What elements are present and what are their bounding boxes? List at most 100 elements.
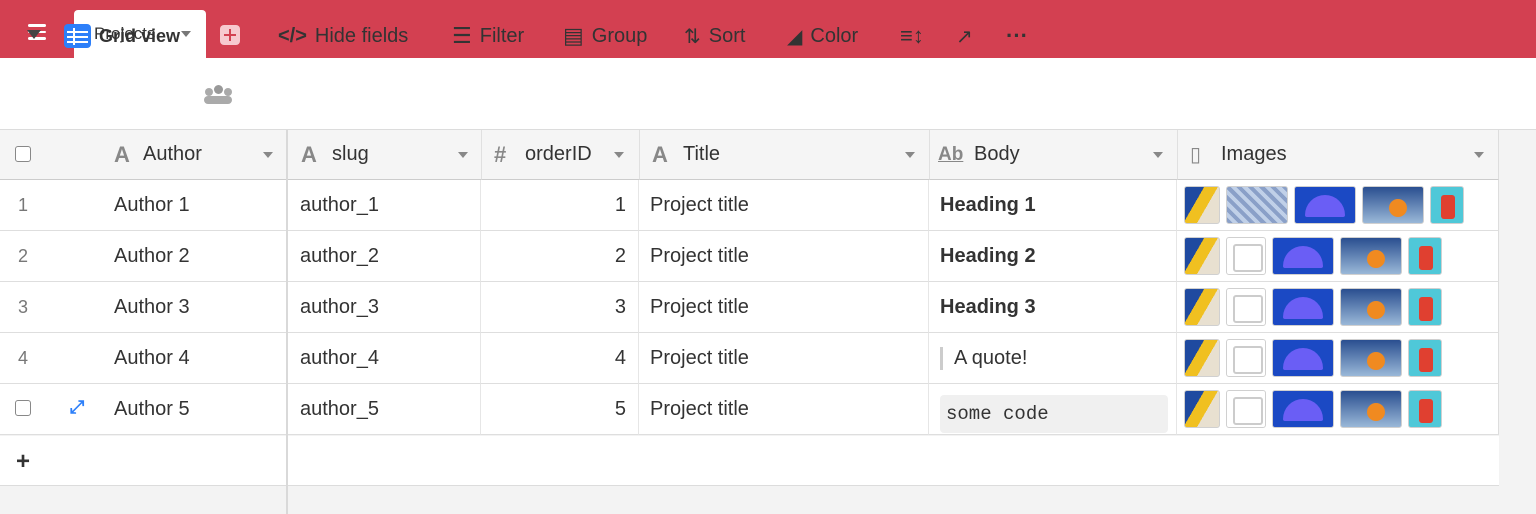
table-row-primary[interactable]: ⤢ Author 5 [0,384,287,435]
cell-number: 1 [614,193,626,216]
view-name: Grid view [99,25,181,46]
chevron-down-icon[interactable] [181,31,191,37]
image-placeholder-thumbnail[interactable] [1226,288,1266,326]
add-record-row[interactable]: + [0,436,1499,486]
image-thumbnail[interactable] [1184,237,1220,275]
image-thumbnail[interactable] [1184,339,1220,377]
images-cell[interactable] [1177,231,1499,282]
body-cell[interactable]: Heading 1 [929,180,1177,231]
frozen-column-divider [286,130,288,514]
orderid-cell[interactable]: 1 [481,180,639,231]
column-name: Images [1221,143,1287,165]
more-button[interactable]: ··· [1006,22,1028,50]
image-thumbnail[interactable] [1408,288,1442,326]
body-cell[interactable]: A quote! [929,333,1177,384]
column-header-title[interactable]: A Title [639,130,929,180]
image-placeholder-thumbnail[interactable] [1226,237,1266,275]
images-cell[interactable] [1177,384,1499,435]
image-thumbnail[interactable] [1184,186,1220,224]
group-button[interactable]: ▤ Group [563,22,647,50]
chevron-down-icon[interactable] [614,152,624,158]
row-height-button[interactable]: ≡↕ [900,22,924,50]
color-label: Color [810,24,859,47]
text-field-icon: A [114,141,130,167]
title-cell[interactable]: Project title [639,231,929,282]
people-icon[interactable] [204,84,232,104]
image-thumbnail[interactable] [1272,237,1334,275]
orderid-cell[interactable]: 3 [481,282,639,333]
filter-button[interactable]: ☰ Filter [452,22,524,50]
slug-cell[interactable]: author_2 [287,231,481,282]
images-cell[interactable] [1177,282,1499,333]
slug-cell[interactable]: author_4 [287,333,481,384]
body-cell[interactable]: Heading 3 [929,282,1177,333]
image-thumbnail[interactable] [1362,186,1424,224]
cell-text: author_2 [300,244,379,267]
group-label: Group [591,24,648,47]
column-header-orderid[interactable]: # orderID [481,130,639,180]
images-cell[interactable] [1177,180,1499,231]
table-row-primary[interactable]: 1 Author 1 [0,180,287,231]
chevron-down-icon[interactable] [1474,152,1484,158]
expand-record-icon[interactable]: ⤢ [70,397,84,418]
row-checkbox[interactable] [15,400,31,416]
color-button[interactable]: ◢ Color [787,22,858,50]
image-thumbnail[interactable] [1408,339,1442,377]
column-header-body[interactable]: Ab Body [929,130,1177,180]
group-icon: ▤ [563,23,584,48]
image-thumbnail[interactable] [1294,186,1356,224]
column-header-images[interactable]: ▯ Images [1177,130,1499,180]
title-cell[interactable]: Project title [639,333,929,384]
orderid-cell[interactable]: 2 [481,231,639,282]
image-thumbnail[interactable] [1272,339,1334,377]
chevron-down-icon[interactable] [27,30,41,39]
orderid-cell[interactable]: 4 [481,333,639,384]
orderid-cell[interactable]: 5 [481,384,639,435]
title-cell[interactable]: Project title [639,282,929,333]
chevron-down-icon[interactable] [458,152,468,158]
cell-text: Project title [650,346,749,369]
share-view-button[interactable]: ↗ [956,22,973,50]
table-row-primary[interactable]: 4 Author 4 [0,333,287,384]
table-row-primary[interactable]: 3 Author 3 [0,282,287,333]
slug-cell[interactable]: author_3 [287,282,481,333]
image-thumbnail[interactable] [1184,288,1220,326]
table-row-primary[interactable]: 2 Author 2 [0,231,287,282]
column-header-slug[interactable]: A slug [287,130,481,180]
image-thumbnail[interactable] [1408,237,1442,275]
row-height-icon: ≡↕ [900,23,924,48]
image-thumbnail[interactable] [1340,288,1402,326]
cell-text: author_5 [300,397,379,420]
column-name: Author [143,143,202,165]
hide-fields-button[interactable]: </> Hide fields [278,22,408,50]
column-header-author[interactable]: A Author [0,130,287,180]
body-cell[interactable]: Heading 2 [929,231,1177,282]
add-record-icon[interactable]: + [16,448,30,476]
select-all-checkbox[interactable] [15,146,31,162]
image-placeholder-thumbnail[interactable] [1226,390,1266,428]
slug-cell[interactable]: author_5 [287,384,481,435]
image-thumbnail[interactable] [1408,390,1442,428]
image-thumbnail[interactable] [1340,339,1402,377]
image-thumbnail[interactable] [1340,237,1402,275]
add-table-button[interactable] [220,25,240,45]
image-thumbnail[interactable] [1184,390,1220,428]
image-thumbnail[interactable] [1272,390,1334,428]
view-switcher[interactable]: Grid view [64,22,180,50]
title-cell[interactable]: Project title [639,384,929,435]
title-cell[interactable]: Project title [639,180,929,231]
body-cell[interactable]: some code [929,384,1177,435]
slug-cell[interactable]: author_1 [287,180,481,231]
chevron-down-icon[interactable] [263,152,273,158]
cell-number: 2 [614,244,626,267]
image-thumbnail[interactable] [1430,186,1464,224]
image-thumbnail[interactable] [1272,288,1334,326]
image-thumbnail[interactable] [1226,186,1288,224]
image-thumbnail[interactable] [1340,390,1402,428]
image-placeholder-thumbnail[interactable] [1226,339,1266,377]
images-cell[interactable] [1177,333,1499,384]
chevron-down-icon[interactable] [905,152,915,158]
chevron-down-icon[interactable] [1153,152,1163,158]
sort-button[interactable]: ⇅ Sort [684,22,745,50]
hide-fields-icon: </> [278,24,307,47]
